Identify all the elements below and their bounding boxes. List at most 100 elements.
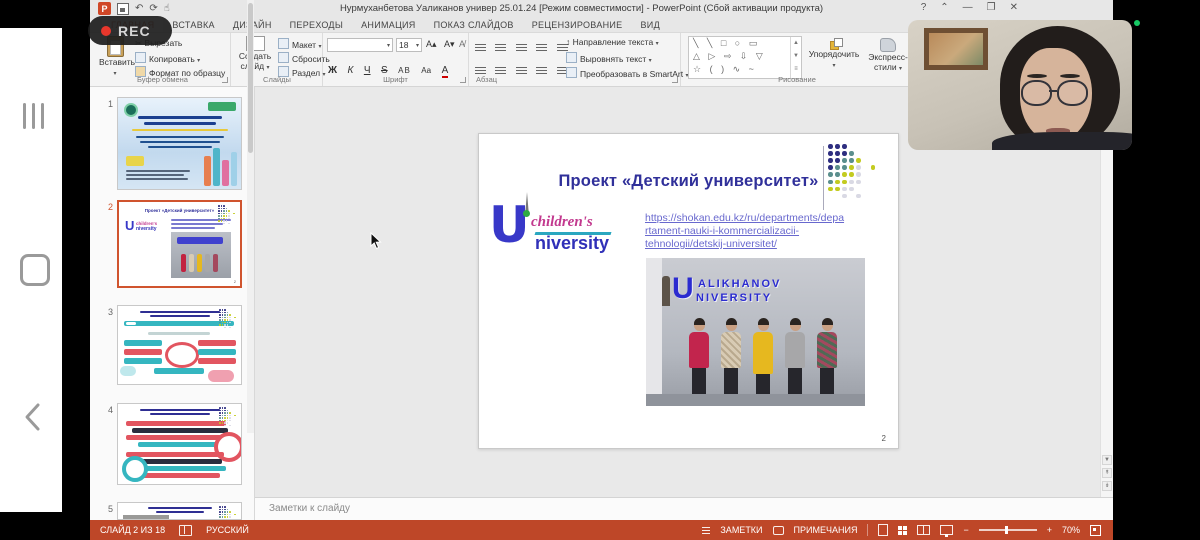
reset-icon: [278, 52, 289, 63]
photo-sign-u: U: [672, 272, 694, 306]
tab-view[interactable]: ВИД: [632, 18, 669, 32]
font-dialog-launcher[interactable]: [460, 77, 466, 83]
group-label-slides: Слайды: [232, 75, 322, 84]
group-label-clipboard: Буфер обмена: [95, 75, 230, 84]
group-label-paragraph: Абзац: [470, 75, 686, 84]
language-indicator[interactable]: РУССКИЙ: [206, 525, 249, 535]
logo-niversity-text: niversity: [535, 233, 609, 254]
comments-toggle[interactable]: ПРИМЕЧАНИЯ: [794, 525, 858, 535]
group-font: ▾ 18▾ А▴ А▾ А̸ Ж К Ч S АВ Аа А Шрифт: [323, 33, 469, 86]
tab-slideshow[interactable]: ПОКАЗ СЛАЙДОВ: [425, 18, 523, 32]
ribbon-options-button[interactable]: ⌃: [940, 2, 948, 13]
shapes-scroll[interactable]: ▲▼≡: [790, 37, 801, 78]
decrease-indent-icon[interactable]: [516, 44, 527, 53]
camera-active-dot: [1134, 20, 1140, 26]
quick-styles-button[interactable]: Экспресс-стили ▾: [866, 38, 910, 72]
previous-slide-button[interactable]: ↟: [1102, 468, 1112, 478]
copy-button[interactable]: Копировать ▾: [135, 52, 200, 64]
slide-sorter-view-button[interactable]: [898, 526, 907, 535]
comments-icon[interactable]: [773, 526, 784, 535]
bullets-numbering-row: [475, 40, 573, 58]
next-slide-button[interactable]: ↡: [1102, 481, 1112, 491]
arrange-button[interactable]: Упорядочить▾: [806, 38, 862, 69]
grow-font-button[interactable]: А▴: [426, 39, 437, 50]
notes-pane[interactable]: Заметки к слайду: [255, 497, 1113, 520]
paragraph-dialog-launcher[interactable]: [672, 77, 678, 83]
slide-title[interactable]: Проект «Детский университет»: [479, 172, 898, 191]
shrink-font-button[interactable]: А▾: [444, 39, 455, 50]
powerpoint-icon[interactable]: P: [98, 2, 111, 15]
scroll-down-button[interactable]: ▼: [1102, 455, 1112, 465]
slide-thumbnail-3[interactable]: [117, 305, 242, 385]
slideshow-button[interactable]: [940, 525, 953, 535]
fit-to-window-button[interactable]: [1090, 525, 1101, 536]
slide-thumbnail-4[interactable]: [117, 403, 242, 485]
hyperlink[interactable]: https://shokan.edu.kz/ru/departments/dep…: [645, 212, 875, 251]
undo-icon[interactable]: ↶: [135, 3, 143, 14]
status-bar: СЛАЙД 2 ИЗ 18 РУССКИЙ ЗАМЕТКИ ПРИМЕЧАНИЯ…: [90, 520, 1113, 540]
childrens-university-logo: U: [489, 196, 530, 254]
zoom-out-button[interactable]: −: [963, 525, 968, 535]
recents-icon[interactable]: [20, 103, 47, 134]
zoom-level[interactable]: 70%: [1062, 525, 1080, 535]
person-4: [782, 320, 808, 394]
clear-formatting-button[interactable]: А̸: [459, 39, 465, 49]
restore-button[interactable]: ❐: [987, 2, 996, 13]
tab-review[interactable]: РЕЦЕНЗИРОВАНИЕ: [523, 18, 632, 32]
home-icon[interactable]: [20, 254, 50, 286]
back-icon[interactable]: [22, 402, 44, 432]
bullets-icon[interactable]: [475, 44, 486, 53]
thumbnail-scrollbar[interactable]: [247, 0, 254, 433]
zoom-slider-thumb[interactable]: [1005, 526, 1008, 534]
reset-button[interactable]: Сбросить: [278, 52, 330, 64]
tab-insert[interactable]: ВСТАВКА: [163, 18, 223, 32]
clipboard-dialog-launcher[interactable]: [222, 77, 228, 83]
layout-button[interactable]: Макет ▾: [278, 38, 321, 50]
thumb-dots-decor: [219, 309, 237, 329]
editor-scrollbar[interactable]: ▼ ↟ ↡: [1100, 87, 1113, 520]
presenter-shoulders: [992, 132, 1132, 150]
glasses-lens: [1057, 80, 1088, 106]
reading-view-button[interactable]: [917, 525, 930, 535]
redo-icon[interactable]: ⟳: [149, 3, 157, 14]
save-icon[interactable]: [117, 3, 129, 15]
shapes-gallery[interactable]: ╲ ╲ □ ○ ▭ △ ▷ ⇨ ⇩ ▽ ☆ ( ) ∿ ~ ▲▼≡: [688, 36, 802, 79]
touch-mode-icon[interactable]: ☝: [164, 3, 170, 14]
screen: P ↶ ⟳ ☝ Нурмуханбетова Уаликанов универ …: [0, 0, 1200, 540]
slide-thumbnail-1[interactable]: [117, 97, 242, 190]
slide-canvas[interactable]: Проект «Детский университет» U children'…: [478, 133, 899, 449]
notes-toggle-icon[interactable]: [702, 525, 710, 535]
title-bar: P ↶ ⟳ ☝ Нурмуханбетова Уаликанов универ …: [90, 0, 1113, 18]
align-text-button[interactable]: Выровнять текст ▾: [566, 52, 652, 64]
slide-counter: СЛАЙД 2 ИЗ 18: [100, 525, 165, 535]
slide-number: 2: [882, 434, 886, 443]
thumb-dots-decor: [219, 407, 237, 427]
font-name-combo[interactable]: ▾: [327, 38, 393, 52]
character-spacing-button[interactable]: АВ: [398, 66, 411, 75]
font-size-combo[interactable]: 18▾: [396, 38, 422, 52]
new-slide-button[interactable]: Создатьслайд ▾: [236, 36, 274, 71]
group-label-drawing: Рисование: [682, 75, 912, 84]
university-photo[interactable]: U ALIKHANOV NIVERSITY: [646, 258, 865, 406]
zoom-slider[interactable]: [979, 529, 1037, 531]
slide-thumbnail-2-selected[interactable]: Проект «Детский университет» U children'…: [117, 200, 242, 288]
increase-indent-icon[interactable]: [536, 44, 547, 53]
proofing-icon[interactable]: [179, 525, 192, 536]
thumb-number-4: 4: [108, 405, 113, 415]
zoom-in-button[interactable]: +: [1047, 525, 1052, 535]
normal-view-button[interactable]: [878, 524, 888, 536]
minimize-button[interactable]: —: [963, 2, 973, 13]
change-case-button[interactable]: Аа: [421, 66, 431, 75]
numbering-icon[interactable]: [495, 44, 506, 53]
presenter-webcam[interactable]: [908, 20, 1132, 150]
help-button[interactable]: ?: [921, 2, 927, 13]
layout-icon: [278, 38, 289, 49]
slide-thumbnail-5[interactable]: [117, 502, 242, 520]
tab-transitions[interactable]: ПЕРЕХОДЫ: [281, 18, 352, 32]
notes-toggle[interactable]: ЗАМЕТКИ: [720, 525, 762, 535]
text-direction-button[interactable]: ↕ Направление текста ▾: [566, 37, 659, 47]
screen-corner-bottom: [0, 512, 62, 540]
photo-floor: [646, 394, 865, 406]
close-button[interactable]: ✕: [1010, 2, 1018, 13]
tab-animations[interactable]: АНИМАЦИЯ: [352, 18, 425, 32]
